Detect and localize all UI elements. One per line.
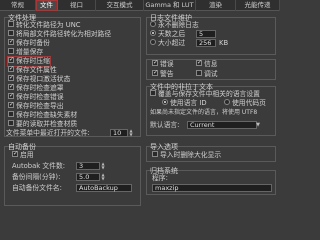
convert-unc-checkbox[interactable]: 转化文件路径为 UNC [8, 21, 81, 30]
check-icon: ✓ [12, 150, 19, 157]
autobak-files-label: Autobak 文件数: [12, 162, 66, 170]
log-error-checkbox[interactable]: ✓ 错误 [152, 60, 174, 69]
checkbox-icon [8, 111, 14, 117]
chevron-down-icon[interactable]: ▼ [256, 121, 260, 129]
backup-filename-input[interactable]: AutoBackup [76, 184, 132, 192]
check-icon: ✓ [8, 101, 15, 108]
tab-radiosity[interactable]: 光能传递 [236, 0, 280, 11]
backup-interval-label: 备份间隔(分钟): [12, 173, 61, 181]
tab-interaction-mode[interactable]: 交互模式 [96, 0, 144, 11]
checkbox-icon [152, 151, 158, 157]
autobak-files-input[interactable]: 3 [76, 162, 100, 170]
tab-files[interactable]: 文件 [36, 0, 58, 11]
checkbox-icon [150, 90, 156, 96]
size-input[interactable]: 256 [196, 39, 216, 47]
size-unit: KB [219, 39, 229, 47]
default-language-label: 默认语言: [150, 121, 180, 129]
tab-gamma-lut[interactable]: Gamma 和 LUT [144, 0, 196, 11]
backup-on-save-checkbox[interactable]: ✓ 保存时备份 [8, 39, 50, 48]
check-icon: ✓ [8, 38, 15, 45]
check-icon: ✓ [8, 74, 15, 81]
check-icon: ✓ [196, 59, 203, 66]
backup-interval-input[interactable]: 5.0 [76, 173, 100, 181]
recent-files-spinner[interactable]: ▲ ▼ [129, 129, 133, 137]
radio-selected-icon [150, 30, 156, 36]
checkbox-icon [8, 30, 14, 36]
log-info-checkbox[interactable]: ✓ 信息 [196, 60, 218, 69]
check-export-checkbox[interactable]: ✓ 保存时检查导出 [8, 102, 64, 111]
recent-files-label: 文件菜单中最近打开的文件: [6, 129, 90, 137]
check-mask-checkbox[interactable]: ✓ 保存时检查遮罩 [8, 84, 64, 93]
checkbox-icon [8, 48, 14, 54]
save-viewport-state-checkbox[interactable]: ✓ 保存视口激活状态 [8, 75, 70, 84]
use-code-page-radio[interactable]: 使用代码页 [224, 99, 266, 108]
recent-files-input[interactable]: 10 [110, 129, 128, 137]
archive-program-label: 程序: [152, 174, 168, 182]
tab-general[interactable]: 常规 [0, 0, 36, 11]
radio-icon [150, 39, 156, 45]
days-input[interactable]: 5 [196, 30, 216, 38]
use-language-id-radio[interactable]: 使用语言 ID [162, 99, 207, 108]
log-warning-checkbox[interactable]: ✓ 警告 [152, 70, 174, 79]
check-icon: ✓ [8, 65, 15, 72]
check-missing-checkbox[interactable]: 保存时检查缺失素材 [8, 111, 77, 120]
archive-program-input[interactable]: maxzip [152, 184, 272, 192]
check-icon: ✓ [8, 92, 15, 99]
check-icon: ✓ [8, 83, 15, 90]
checkbox-icon [8, 120, 14, 126]
backup-filename-label: 自动备份文件名: [12, 184, 62, 192]
autobak-files-spinner[interactable]: ▲ ▼ [101, 162, 105, 170]
relative-path-checkbox[interactable]: 将局部文件路径转化为相对路径 [8, 30, 111, 39]
check-errors-checkbox[interactable]: ✓ 保存时检查错误 [8, 93, 64, 102]
tab-rendering[interactable]: 渲染 [196, 0, 236, 11]
backup-interval-spinner[interactable]: ▲ ▼ [101, 173, 105, 181]
tab-bar: 常规 文件 视口 交互模式 Gamma 和 LUT 渲染 光能传递 [0, 0, 280, 11]
enable-autobackup-checkbox[interactable]: ✓ 启用 [12, 151, 34, 160]
radio-icon [224, 99, 230, 105]
override-language-checkbox[interactable]: 覆盖与保存文件中相关的语言设置 [150, 90, 260, 99]
log-debug-checkbox[interactable]: 调试 [196, 70, 218, 79]
checkbox-icon [8, 21, 14, 27]
tab-viewports[interactable]: 视口 [58, 0, 96, 11]
check-icon: ✓ [152, 59, 159, 66]
zoom-extents-checkbox[interactable]: 导入时删除大化显示 [152, 151, 221, 160]
checkbox-icon [196, 70, 202, 76]
utf8-note: 如果尚未指定文件的语言，将使用 UTF8 [150, 109, 258, 116]
default-language-select[interactable]: Current [187, 121, 257, 129]
radio-selected-icon [162, 99, 168, 105]
check-icon: ✓ [152, 69, 159, 76]
check-materials-checkbox[interactable]: 要的读取并检查材质 [8, 120, 77, 129]
never-delete-radio[interactable]: 永不删除日志 [150, 21, 199, 30]
radio-icon [150, 21, 156, 27]
save-file-properties-checkbox[interactable]: ✓ 保存文件属性 [8, 66, 57, 75]
after-days-radio[interactable]: 天数之后 [150, 30, 185, 39]
size-exceeds-radio[interactable]: 大小超过 [150, 39, 185, 48]
